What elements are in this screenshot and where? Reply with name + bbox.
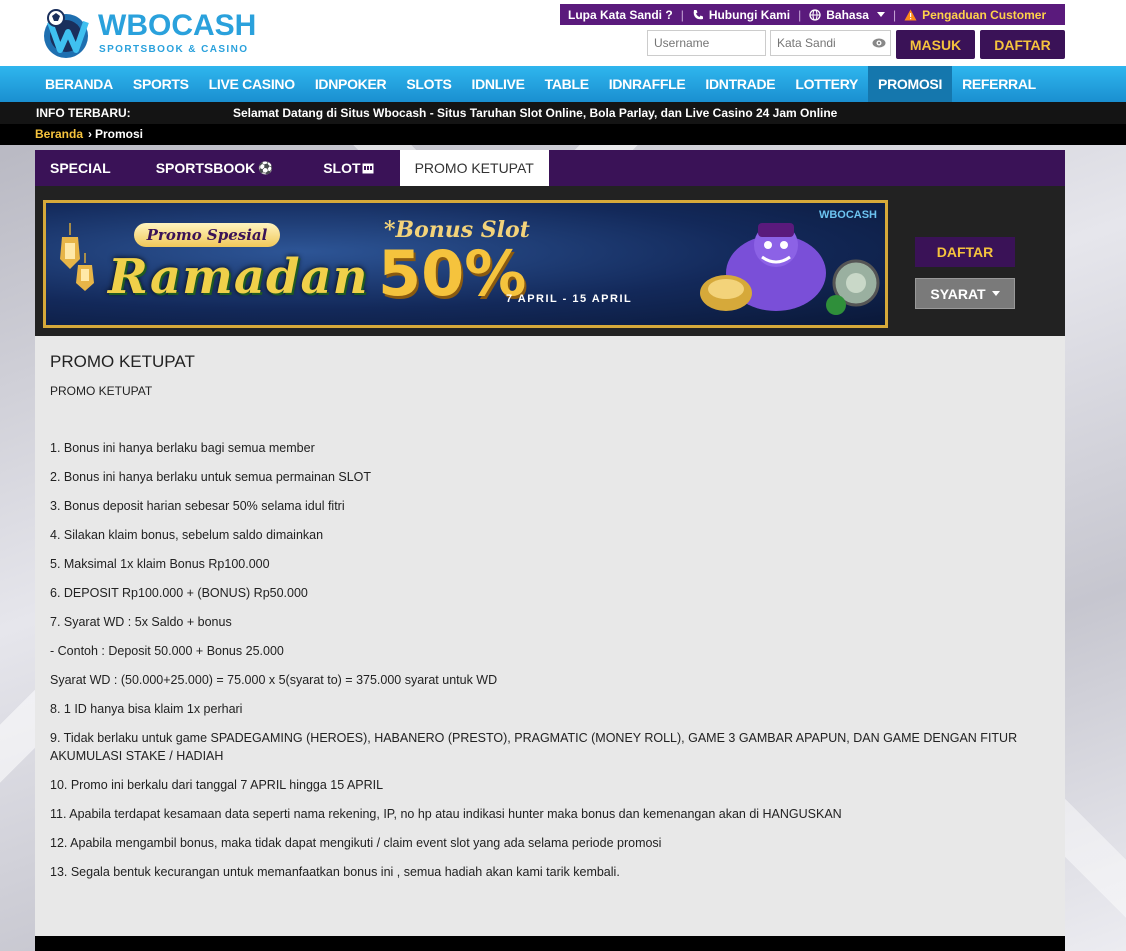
contact-label: Hubungi Kami xyxy=(708,7,791,22)
list-item: 3. Bonus deposit harian sebesar 50% sela… xyxy=(50,499,345,513)
promo-tabs: SPECIAL SPORTSBOOK ⚽ SLOT PROMO KETUPAT xyxy=(35,150,1065,186)
banner-ramadan-text: Ramadan xyxy=(108,249,369,305)
nav-item-promosi[interactable]: PROMOSI xyxy=(868,66,953,102)
contact-link[interactable]: Hubungi Kami xyxy=(684,4,798,25)
forgot-password-link[interactable]: Lupa Kata Sandi ? xyxy=(560,4,681,25)
genie-illustration-icon xyxy=(700,223,880,315)
list-item: 11. Apabila terdapat kesamaan data seper… xyxy=(50,807,842,821)
terms-dropdown-button[interactable]: SYARAT xyxy=(915,278,1015,309)
chevron-down-icon xyxy=(876,12,885,17)
eye-icon[interactable] xyxy=(872,37,886,49)
username-input[interactable] xyxy=(647,30,766,56)
breadcrumb-current-label: Promosi xyxy=(95,127,144,141)
promo-title: PROMO KETUPAT xyxy=(50,352,195,371)
list-item: - Contoh : Deposit 50.000 + Bonus 25.000 xyxy=(50,644,284,658)
phone-icon xyxy=(693,9,703,19)
language-label: Bahasa xyxy=(826,7,869,22)
nav-item-sports[interactable]: SPORTS xyxy=(123,66,199,102)
complaint-link[interactable]: Pengaduan Customer xyxy=(896,4,1054,25)
list-item: 5. Maksimal 1x klaim Bonus Rp100.000 xyxy=(50,557,270,571)
chevron-down-icon xyxy=(991,291,1000,296)
promo-rules-list: 1. Bonus ini hanya berlaku bagi semua me… xyxy=(50,439,1050,892)
brand-tagline: SPORTSBOOK & CASINO xyxy=(99,44,249,55)
brand-logo[interactable]: WBOCASH SPORTSBOOK & CASINO xyxy=(40,6,260,62)
banner-dates: 7 APRIL - 15 APRIL xyxy=(506,293,633,305)
banner-area: Promo Spesial Ramadan *Bonus Slot 50% 7 … xyxy=(35,186,1065,336)
list-item: 6. DEPOSIT Rp100.000 + (BONUS) Rp50.000 xyxy=(50,586,308,600)
list-item: 7. Syarat WD : 5x Saldo + bonus xyxy=(50,615,232,629)
nav-item-idntrade[interactable]: IDNTRADE xyxy=(695,66,785,102)
password-field xyxy=(770,30,891,56)
list-item: 10. Promo ini berkalu dari tanggal 7 APR… xyxy=(50,778,384,792)
nav-item-table[interactable]: TABLE xyxy=(535,66,599,102)
header: WBOCASH SPORTSBOOK & CASINO Lupa Kata Sa… xyxy=(0,0,1126,66)
nav-item-idnpoker[interactable]: IDNPOKER xyxy=(305,66,397,102)
banner-logo: WBOCASH xyxy=(818,209,877,221)
banner-percent: 50% xyxy=(378,237,527,310)
chevron-right-icon: › xyxy=(88,127,92,141)
lantern-icon xyxy=(76,253,94,291)
brand-name: WBOCASH xyxy=(98,9,257,42)
nav-item-beranda[interactable]: BERANDA xyxy=(35,66,123,102)
warning-icon xyxy=(904,9,917,20)
breadcrumb-home-link[interactable]: Beranda xyxy=(35,127,83,141)
tab-slot-label: SLOT xyxy=(323,160,361,176)
register-button[interactable]: DAFTAR xyxy=(980,30,1065,59)
utility-bar: Lupa Kata Sandi ? | Hubungi Kami | Bahas… xyxy=(560,4,1065,25)
soccer-ball-logo-icon xyxy=(44,9,89,58)
slot-machine-icon xyxy=(362,163,374,173)
tab-promo-ketupat[interactable]: PROMO KETUPAT xyxy=(399,150,549,186)
footer-strip xyxy=(35,936,1065,951)
soccer-ball-icon: ⚽ xyxy=(258,161,274,175)
info-label: INFO TERBARU: xyxy=(36,106,131,120)
list-item: Syarat WD : (50.000+25.000) = 75.000 x 5… xyxy=(50,673,498,687)
nav-item-idnlive[interactable]: IDNLIVE xyxy=(462,66,535,102)
breadcrumb-current: › Promosi xyxy=(88,127,143,141)
complaint-label: Pengaduan Customer xyxy=(922,7,1047,22)
list-item: 4. Silakan klaim bonus, sebelum saldo di… xyxy=(50,528,324,542)
nav-item-referral[interactable]: REFERRAL xyxy=(952,66,1046,102)
language-dropdown[interactable]: Bahasa xyxy=(801,4,893,25)
promo-banner[interactable]: Promo Spesial Ramadan *Bonus Slot 50% 7 … xyxy=(43,200,888,328)
tab-special[interactable]: SPECIAL xyxy=(35,150,126,186)
list-item: 1. Bonus ini hanya berlaku bagi semua me… xyxy=(50,441,315,455)
list-item: 9. Tidak berlaku untuk game SPADEGAMING … xyxy=(50,731,1018,763)
tab-sportsbook[interactable]: SPORTSBOOK ⚽ xyxy=(126,150,304,186)
globe-icon xyxy=(809,8,821,21)
login-button[interactable]: MASUK xyxy=(896,30,975,59)
main-nav: BERANDA SPORTS LIVE CASINO IDNPOKER SLOT… xyxy=(0,66,1126,102)
promo-subtitle: PROMO KETUPAT xyxy=(50,384,153,398)
terms-label: SYARAT xyxy=(930,285,986,302)
nav-item-lottery[interactable]: LOTTERY xyxy=(785,66,868,102)
tab-sportsbook-label: SPORTSBOOK xyxy=(155,160,256,176)
list-item: 2. Bonus ini hanya berlaku untuk semua p… xyxy=(50,470,372,484)
tab-slot[interactable]: SLOT xyxy=(303,150,393,186)
list-item: 8. 1 ID hanya bisa klaim 1x perhari xyxy=(50,702,243,716)
nav-item-slots[interactable]: SLOTS xyxy=(396,66,461,102)
breadcrumb: Beranda › Promosi xyxy=(0,124,1126,145)
nav-item-live-casino[interactable]: LIVE CASINO xyxy=(199,66,305,102)
nav-item-idnraffle[interactable]: IDNRAFFLE xyxy=(599,66,696,102)
list-item: 12. Apabila mengambil bonus, maka tidak … xyxy=(50,836,662,850)
info-message: Selamat Datang di Situs Wbocash - Situs … xyxy=(233,106,838,120)
info-ticker: INFO TERBARU: Selamat Datang di Situs Wb… xyxy=(0,102,1126,124)
list-item: 13. Segala bentuk kecurangan untuk meman… xyxy=(50,865,620,879)
promo-register-button[interactable]: DAFTAR xyxy=(915,237,1015,267)
promo-content: PROMO KETUPAT PROMO KETUPAT 1. Bonus ini… xyxy=(35,336,1065,936)
login-form xyxy=(647,30,891,58)
banner-promo-label: Promo Spesial xyxy=(134,223,280,247)
